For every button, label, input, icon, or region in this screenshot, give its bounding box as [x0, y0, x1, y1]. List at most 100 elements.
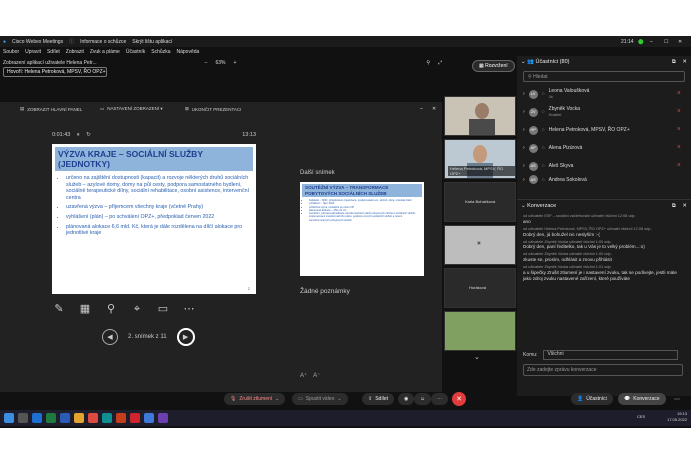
- font-increase-icon[interactable]: A⁺: [300, 372, 307, 379]
- menu-meeting[interactable]: Schůzka: [151, 49, 170, 55]
- end-call-icon[interactable]: ✕: [452, 392, 466, 406]
- windows-start-icon[interactable]: [4, 413, 14, 423]
- zoom-out-icon[interactable]: –: [205, 60, 208, 66]
- file-explorer-icon[interactable]: [74, 413, 84, 423]
- menu-file[interactable]: Soubor: [3, 49, 19, 55]
- teams-icon[interactable]: [158, 413, 168, 423]
- video-tile[interactable]: Horáková: [444, 268, 516, 308]
- video-tile[interactable]: Helena Petroková, MPSV, ŘO OPZ+: [444, 139, 516, 179]
- more-options-button[interactable]: ⋯: [431, 393, 448, 405]
- previous-slide-icon[interactable]: ◀: [102, 329, 118, 345]
- display-settings-button[interactable]: ▭ NASTAVENÍ ZOBRAZENÍ ▾: [100, 106, 163, 112]
- close-icon[interactable]: ✕: [682, 203, 687, 209]
- menu-edit[interactable]: Upravit: [25, 49, 41, 55]
- menu-share[interactable]: Sdílet: [47, 49, 60, 55]
- slide-bullet: vyhlášení (plán) – po schválení OPZ+, př…: [66, 214, 253, 221]
- close-panel-icon[interactable]: ✕: [432, 106, 436, 112]
- chat-icon: 💬: [624, 396, 631, 402]
- chat-input[interactable]: Zde zadejte zprávu konverzace: [523, 364, 683, 376]
- reset-icon[interactable]: ↻: [86, 132, 91, 138]
- menu-audio[interactable]: Zvuk a pláme: [90, 49, 120, 55]
- menu-help[interactable]: Nápověda: [176, 49, 199, 55]
- popout-icon[interactable]: ⧉: [672, 59, 676, 65]
- chevron-right-icon: ›: [523, 91, 525, 97]
- info-icon[interactable]: ⓘ: [69, 38, 74, 45]
- unmute-button[interactable]: 🎙 Zrušit ztlumení ⌄: [224, 393, 286, 405]
- minimize-panel-icon[interactable]: –: [420, 106, 423, 112]
- maximize-icon[interactable]: ☐: [664, 39, 668, 45]
- chevron-down-icon: ⌄: [275, 396, 280, 402]
- more-icon[interactable]: ⋯: [674, 396, 680, 403]
- outlook-icon[interactable]: [32, 413, 42, 423]
- pin-icon[interactable]: ⚲: [426, 60, 430, 66]
- taskbar-clock[interactable]: 19:13 17.05.2022: [667, 411, 687, 423]
- font-decrease-icon[interactable]: A⁻: [313, 372, 320, 379]
- shield-icon: ⬤: [638, 38, 644, 45]
- participant-row[interactable]: › HP ◌ Helena Petroková, MPSV, ŘO OPZ+ ⨯: [517, 121, 691, 139]
- record-button[interactable]: ◉: [398, 393, 415, 405]
- participant-row[interactable]: › AS ◌ Andrea Sokolová: [517, 175, 691, 184]
- pen-icon[interactable]: ✎: [52, 302, 66, 316]
- participant-role: Já: [548, 95, 553, 99]
- reactions-button[interactable]: ☺: [414, 393, 432, 405]
- recipient-label: Komu:: [523, 352, 538, 358]
- avatar: HP: [528, 125, 538, 135]
- menu-view[interactable]: Zobrazit: [66, 49, 84, 55]
- more-icon[interactable]: ⋯: [182, 302, 196, 316]
- zoom-in-icon[interactable]: +: [233, 60, 236, 66]
- chevron-down-icon[interactable]: ⌄: [521, 203, 526, 209]
- participants-toggle[interactable]: 👤 Účastníci: [571, 393, 613, 405]
- fullscreen-icon[interactable]: ⤢: [438, 60, 442, 66]
- acrobat-icon[interactable]: [130, 413, 140, 423]
- muted-mic-icon: ⨯: [676, 90, 681, 96]
- show-panel-button[interactable]: ▤ ZOBRAZIT HLAVNÍ PANEL: [20, 106, 82, 112]
- participant-name: Aleš Skyva: [548, 163, 574, 169]
- laser-icon[interactable]: ⌖: [130, 302, 144, 316]
- layout-label: Rozvržení: [485, 63, 508, 69]
- close-icon[interactable]: ✕: [682, 59, 687, 65]
- chat-message: od uživatele ESF – sociální začleňování …: [517, 212, 691, 225]
- video-tile[interactable]: ▣: [444, 225, 516, 265]
- minimize-icon[interactable]: –: [650, 39, 653, 45]
- participant-name: Alena Pizúrová: [548, 145, 583, 151]
- participant-row[interactable]: › AS ◌ Aleš Skyva ⨯: [517, 157, 691, 175]
- pause-icon[interactable]: ⏸: [77, 132, 80, 138]
- elapsed-time: 0:01:43: [52, 132, 71, 138]
- layout-button[interactable]: ▦ Rozvržení: [472, 60, 515, 72]
- word-icon[interactable]: [60, 413, 70, 423]
- hide-apps-link[interactable]: Skrýt lištu aplikací: [132, 39, 172, 45]
- next-slide-preview[interactable]: SOUTĚŽNÍ VÝZVA – TRANSFORMACE POBYTOVÝCH…: [300, 182, 424, 276]
- magnifier-icon[interactable]: ⚲: [104, 302, 118, 316]
- meeting-info-link[interactable]: Informace o schůzce: [80, 39, 126, 45]
- video-tile[interactable]: [444, 96, 516, 136]
- chrome-icon[interactable]: [88, 413, 98, 423]
- webex-icon[interactable]: [144, 413, 154, 423]
- video-tile[interactable]: Karla Bohačková: [444, 182, 516, 222]
- recipient-select[interactable]: Všichni: [543, 350, 679, 360]
- participant-row[interactable]: › AP ◌ Alena Pizúrová ⨯: [517, 139, 691, 157]
- participant-row[interactable]: › ZV ◌ Zbyněk Vocka Hostitel ⨯: [517, 103, 691, 121]
- chevron-down-icon[interactable]: ⌄: [521, 59, 526, 65]
- next-slide-icon[interactable]: ▶: [176, 328, 195, 346]
- share-button[interactable]: ⇪ Sdílet: [362, 393, 394, 405]
- end-presentation-button[interactable]: ⊠ UKONČIT PREZENTACI: [185, 106, 241, 112]
- edge-icon[interactable]: [102, 413, 112, 423]
- zoom-level[interactable]: 63%: [215, 60, 225, 66]
- task-view-icon[interactable]: [18, 413, 28, 423]
- close-icon[interactable]: ✕: [678, 39, 682, 45]
- start-video-button[interactable]: ▭ Spustit video ⌄: [292, 393, 348, 405]
- subtitles-icon[interactable]: ▭: [156, 302, 170, 316]
- participants-search[interactable]: ⚲ Hledat: [523, 71, 685, 82]
- excel-icon[interactable]: [46, 413, 56, 423]
- popout-icon[interactable]: ⧉: [672, 203, 676, 209]
- chat-toggle[interactable]: 💬 Konverzace: [618, 393, 666, 405]
- participant-row[interactable]: › LV ◌ Leona Valoušková Já ⨯: [517, 85, 691, 103]
- language-indicator[interactable]: CES: [637, 414, 645, 419]
- menu-participant[interactable]: Účastník: [126, 49, 145, 55]
- video-tile[interactable]: [444, 311, 516, 351]
- menu-bar: Soubor Upravit Sdílet Zobrazit Zvuk a pl…: [0, 47, 473, 57]
- scroll-down-icon[interactable]: ⌄: [474, 353, 480, 361]
- all-slides-icon[interactable]: ▦: [78, 302, 92, 316]
- powerpoint-icon[interactable]: [116, 413, 126, 423]
- participant-name: Zbyněk Vocka: [548, 106, 581, 112]
